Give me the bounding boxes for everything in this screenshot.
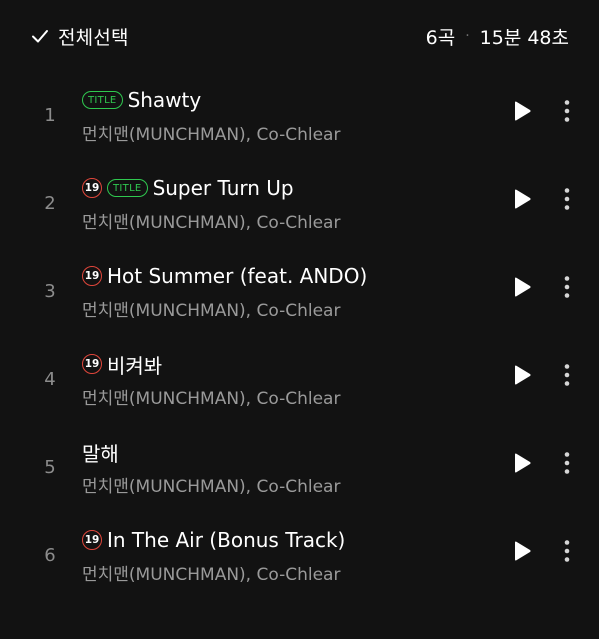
tracklist-summary: 6곡 · 15분 48초 (426, 22, 569, 50)
track-title-line: 19 In The Air (Bonus Track) (82, 525, 345, 555)
more-options-button[interactable] (555, 99, 579, 127)
track-row-1[interactable]: 1 TITLE Shawty 먼치맨(MUNCHMAN), Co-Chlear (0, 77, 599, 165)
more-options-button[interactable] (555, 451, 579, 479)
track-title: Shawty (127, 88, 202, 112)
track-artist: 먼치맨(MUNCHMAN), Co-Chlear (82, 125, 341, 145)
more-options-button[interactable] (555, 187, 579, 215)
track-number: 6 (44, 545, 56, 566)
track-number: 4 (44, 369, 56, 390)
track-row-4[interactable]: 4 19 비켜봐 먼치맨(MUNCHMAN), Co-Chlear (0, 341, 599, 429)
play-button[interactable] (508, 363, 536, 391)
tracklist-header: 전체선택 6곡 · 15분 48초 (0, 0, 599, 72)
track-row-5[interactable]: 5 말해 먼치맨(MUNCHMAN), Co-Chlear (0, 429, 599, 517)
track-row-2[interactable]: 2 19 TITLE Super Turn Up 먼치맨(MUNCHMAN), … (0, 165, 599, 253)
play-icon (512, 452, 532, 478)
play-icon (512, 100, 532, 126)
track-count: 6곡 (425, 26, 456, 49)
more-vertical-icon (564, 275, 570, 303)
track-title-line: TITLE Shawty (82, 85, 201, 115)
track-artist: 먼치맨(MUNCHMAN), Co-Chlear (82, 477, 341, 497)
select-all-button[interactable]: 전체선택 (30, 22, 129, 50)
play-icon (512, 540, 532, 566)
adult-19-badge: 19 (82, 354, 102, 374)
track-title: 말해 (82, 441, 119, 466)
track-title: In The Air (Bonus Track) (107, 528, 346, 552)
adult-19-badge: 19 (82, 266, 102, 286)
track-artist: 먼치맨(MUNCHMAN), Co-Chlear (82, 213, 341, 233)
track-title: Super Turn Up (152, 176, 294, 200)
play-button[interactable] (508, 539, 536, 567)
total-duration: 15분 48초 (479, 26, 569, 49)
adult-19-badge: 19 (82, 530, 102, 550)
more-vertical-icon (564, 451, 570, 479)
track-row-6[interactable]: 6 19 In The Air (Bonus Track) 먼치맨(MUNCHM… (0, 517, 599, 605)
play-icon (512, 364, 532, 390)
play-button[interactable] (508, 275, 536, 303)
adult-19-badge: 19 (82, 178, 102, 198)
track-title-line: 19 Hot Summer (feat. ANDO) (82, 261, 367, 291)
track-title: Hot Summer (feat. ANDO) (107, 264, 368, 288)
track-row-3[interactable]: 3 19 Hot Summer (feat. ANDO) 먼치맨(MUNCHMA… (0, 253, 599, 341)
more-vertical-icon (564, 539, 570, 567)
track-number: 3 (44, 281, 56, 302)
title-track-badge: TITLE (82, 91, 123, 109)
play-icon (512, 276, 532, 302)
title-track-badge: TITLE (107, 179, 148, 197)
play-button[interactable] (508, 451, 536, 479)
track-title-line: 19 TITLE Super Turn Up (82, 173, 294, 203)
play-button[interactable] (508, 99, 536, 127)
track-number: 2 (44, 193, 56, 214)
track-artist: 먼치맨(MUNCHMAN), Co-Chlear (82, 389, 341, 409)
play-icon (512, 188, 532, 214)
more-vertical-icon (564, 187, 570, 215)
track-artist: 먼치맨(MUNCHMAN), Co-Chlear (82, 565, 341, 585)
track-title-line: 19 비켜봐 (82, 349, 162, 379)
more-vertical-icon (564, 363, 570, 391)
track-number: 1 (44, 105, 56, 126)
more-options-button[interactable] (555, 539, 579, 567)
track-number: 5 (44, 457, 56, 478)
more-options-button[interactable] (555, 275, 579, 303)
more-options-button[interactable] (555, 363, 579, 391)
track-title: 비켜봐 (107, 353, 163, 378)
summary-separator: · (465, 28, 470, 44)
track-artist: 먼치맨(MUNCHMAN), Co-Chlear (82, 301, 341, 321)
play-button[interactable] (508, 187, 536, 215)
more-vertical-icon (564, 99, 570, 127)
select-all-label: 전체선택 (58, 26, 129, 49)
check-icon (30, 26, 50, 46)
track-title-line: 말해 (82, 437, 119, 467)
